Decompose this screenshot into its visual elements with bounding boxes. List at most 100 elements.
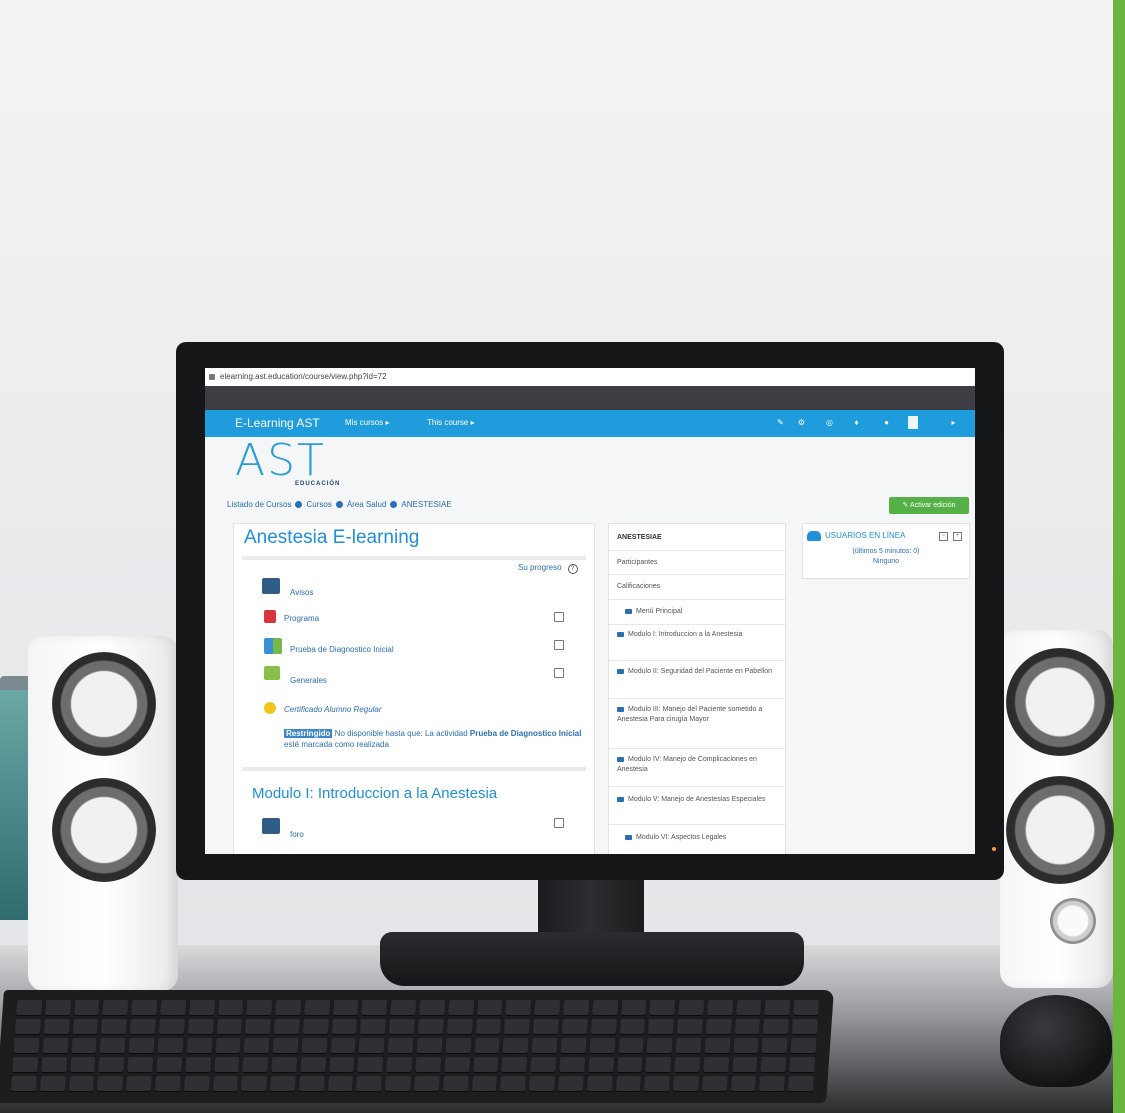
- keyboard-key: [246, 1000, 273, 1015]
- keyboard-key: [731, 1057, 758, 1072]
- gear-icon[interactable]: ⚙: [797, 418, 806, 427]
- keyboard-key: [99, 1038, 126, 1053]
- keyboard-key: [417, 1019, 444, 1034]
- keyboard-key: [128, 1038, 155, 1053]
- keyboard-key: [419, 1000, 446, 1015]
- restricted-badge: Restringido: [284, 729, 333, 738]
- nav-modulo-4[interactable]: Modulo IV: Manejo de Complicaciones en A…: [609, 748, 785, 786]
- activity-certificado[interactable]: Certificado Alumno Regular: [284, 705, 382, 714]
- keyboard-key: [184, 1057, 211, 1072]
- keyboard-key: [672, 1076, 699, 1091]
- keyboard-key: [332, 1000, 359, 1015]
- right-speaker: [1000, 630, 1114, 988]
- nav-modulo-1[interactable]: Modulo I: Introduccion a la Anestesia: [609, 624, 785, 660]
- keyboard-key: [504, 1019, 531, 1034]
- quiz-icon: [264, 638, 282, 654]
- nav-menu-principal[interactable]: Menú Principal: [609, 599, 785, 624]
- activity-programa[interactable]: Programa: [284, 614, 319, 623]
- keyboard-key: [43, 1019, 70, 1034]
- online-users-block: USUARIOS EN LÍNEA − + (últimos 5 minutos…: [802, 523, 970, 579]
- monitor-screen: elearning.ast.education/course/view.php?…: [205, 368, 975, 854]
- breadcrumb-item[interactable]: Cursos: [306, 500, 331, 509]
- help-icon[interactable]: ?: [567, 564, 578, 574]
- keyboard-key: [360, 1019, 387, 1034]
- keyboard-key: [298, 1076, 325, 1091]
- activity-prueba-diagnostico[interactable]: Prueba de Diagnostico Inicial: [290, 645, 394, 654]
- keyboard-key: [645, 1057, 672, 1072]
- activity-generales[interactable]: Generales: [290, 676, 327, 685]
- bell-icon[interactable]: ♦: [852, 418, 861, 427]
- dock-icon[interactable]: +: [953, 532, 962, 541]
- activity-avisos[interactable]: Avisos: [290, 588, 313, 597]
- completion-checkbox[interactable]: [554, 818, 564, 828]
- keyboard-key: [735, 1000, 762, 1015]
- completion-checkbox[interactable]: [554, 612, 564, 622]
- online-users-subtitle: (últimos 5 minutos: 0): [852, 548, 920, 555]
- section-divider: [242, 767, 586, 771]
- keyboard-key: [590, 1019, 617, 1034]
- edit-icon[interactable]: ✎: [776, 418, 785, 427]
- nav-modulo-6[interactable]: Modulo VI: Aspectos Legales: [609, 824, 785, 854]
- nav-modulo-5[interactable]: Modulo V: Manejo de Anestesias Especiale…: [609, 786, 785, 824]
- keyboard-key: [98, 1057, 125, 1072]
- ast-logo: AST EDUCACIÓN: [235, 439, 360, 490]
- keyboard-key: [707, 1000, 733, 1015]
- nav-label: Modulo V: Manejo de Anestesias Especiale…: [628, 796, 766, 803]
- keyboard-key: [475, 1019, 502, 1034]
- turn-editing-on-button[interactable]: ✎ Activar edición: [889, 497, 969, 514]
- nav-label: Menú Principal: [636, 608, 683, 615]
- nav-participantes[interactable]: Participantes: [609, 550, 785, 574]
- nav-modulo-3[interactable]: Modulo III: Manejo del Paciente sometido…: [609, 698, 785, 748]
- keyboard-key: [675, 1038, 702, 1053]
- forum-icon: [262, 818, 280, 834]
- keyboard-key: [789, 1057, 816, 1072]
- keyboard-key: [730, 1076, 757, 1091]
- keyboard-key: [156, 1057, 182, 1072]
- breadcrumb-item[interactable]: Listado de Cursos: [227, 500, 291, 509]
- lock-icon: [209, 373, 215, 380]
- keyboard-key: [649, 1000, 676, 1015]
- keyboard-key: [44, 1000, 71, 1015]
- completion-checkbox[interactable]: [554, 668, 564, 678]
- keyboard-key: [12, 1057, 39, 1072]
- keyboard-key: [759, 1076, 786, 1091]
- keyboard-key: [39, 1076, 66, 1091]
- user-avatar[interactable]: [908, 416, 918, 429]
- keyboard-key: [358, 1038, 385, 1053]
- section-divider: [242, 556, 586, 560]
- keyboard-key: [790, 1038, 817, 1053]
- keyboard-key: [127, 1057, 154, 1072]
- keyboard-key: [615, 1076, 642, 1091]
- nav-calificaciones[interactable]: Calificaciones: [609, 574, 785, 599]
- logo-subtitle: EDUCACIÓN: [295, 481, 341, 487]
- module-title: Modulo I: Introduccion a la Anestesia: [252, 785, 498, 802]
- folder-icon: [617, 796, 624, 802]
- keyboard-key: [102, 1000, 129, 1015]
- keyboard-key: [413, 1076, 440, 1091]
- keyboard-key: [678, 1000, 705, 1015]
- nav-this-course[interactable]: This course ▸: [427, 418, 475, 427]
- mouse: [1000, 995, 1112, 1087]
- online-users-title: USUARIOS EN LÍNEA: [825, 531, 906, 541]
- collapse-icon[interactable]: −: [939, 532, 948, 541]
- address-bar[interactable]: elearning.ast.education/course/view.php?…: [205, 368, 975, 387]
- brand-link[interactable]: E-Learning AST: [235, 416, 320, 430]
- keyboard-key: [560, 1038, 587, 1053]
- globe-icon[interactable]: ◎: [825, 418, 834, 427]
- keyboard-key: [472, 1057, 499, 1072]
- keyboard-key: [761, 1038, 788, 1053]
- caret-icon[interactable]: ▸: [949, 418, 958, 427]
- keyboard-key: [241, 1076, 267, 1091]
- keyboard-key: [676, 1019, 703, 1034]
- nav-mis-cursos[interactable]: Mis cursos ▸: [345, 418, 389, 427]
- nav-modulo-2[interactable]: Modulo II: Seguridad del Paciente en Pab…: [609, 660, 785, 698]
- keyboard-key: [476, 1000, 503, 1015]
- activity-foro[interactable]: foro: [290, 830, 304, 839]
- chat-icon[interactable]: ●: [882, 418, 891, 427]
- users-icon: [807, 531, 821, 541]
- keyboard-key: [563, 1000, 589, 1015]
- keyboard-key: [443, 1057, 470, 1072]
- breadcrumb-item[interactable]: ANESTESIAE: [401, 500, 451, 509]
- breadcrumb-item[interactable]: Área Salud: [347, 500, 387, 509]
- completion-checkbox[interactable]: [554, 640, 564, 650]
